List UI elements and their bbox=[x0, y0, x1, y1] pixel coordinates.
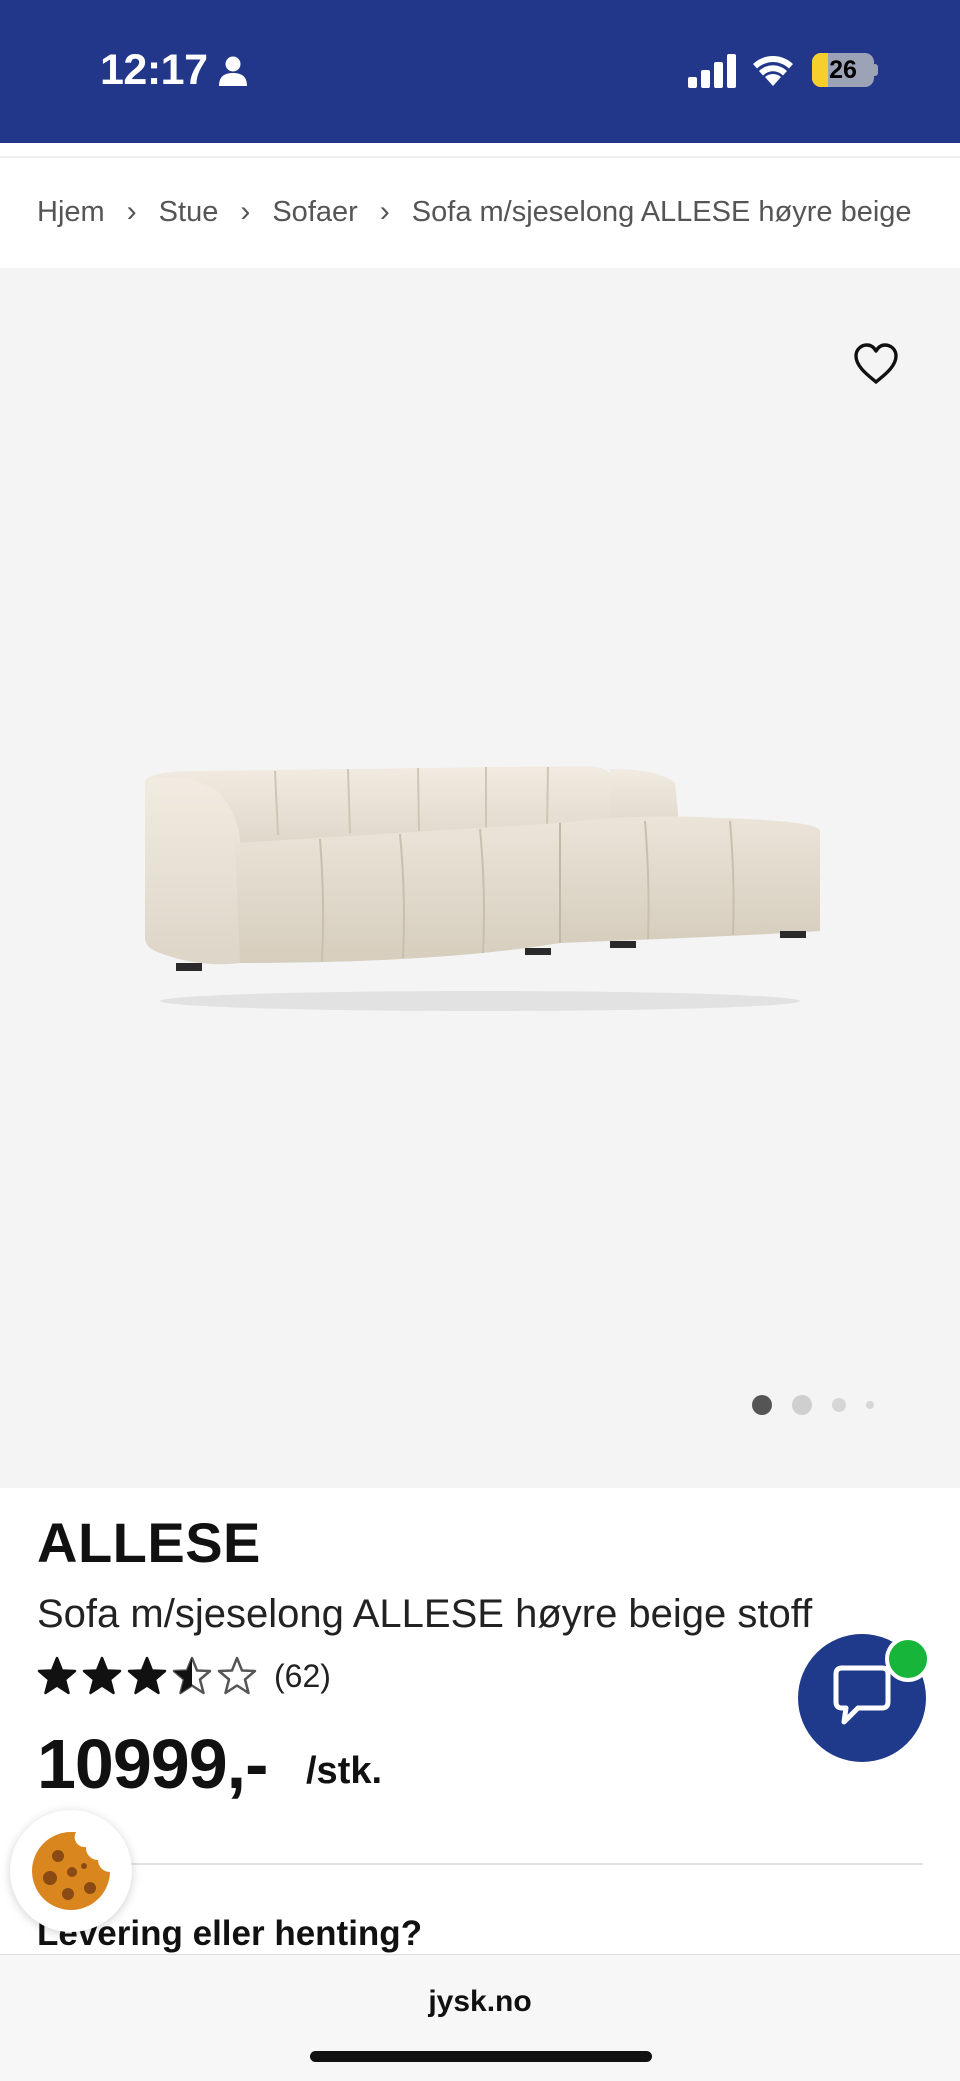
breadcrumb-separator: › bbox=[126, 195, 137, 228]
pagination-dot[interactable] bbox=[866, 1401, 874, 1409]
cookie-settings-button[interactable] bbox=[10, 1810, 132, 1932]
rating[interactable]: (62) bbox=[37, 1652, 331, 1700]
pagination-dot[interactable] bbox=[832, 1398, 846, 1412]
status-bar: 12:17 26 bbox=[0, 0, 960, 143]
chat-notification-badge bbox=[885, 1636, 931, 1682]
signal-icon bbox=[688, 54, 736, 88]
breadcrumb-current: Sofa m/sjeselong ALLESE høyre beige bbox=[411, 195, 912, 228]
product-image bbox=[145, 765, 820, 1011]
product-name: Sofa m/sjeselong ALLESE høyre beige stof… bbox=[37, 1592, 813, 1636]
image-pagination[interactable] bbox=[752, 1394, 894, 1416]
breadcrumb-separator: › bbox=[240, 195, 251, 228]
price-unit: /stk. bbox=[306, 1750, 383, 1792]
star-filled-icon bbox=[82, 1656, 122, 1695]
person-icon bbox=[219, 56, 247, 86]
browser-address-bar[interactable]: jysk.no bbox=[0, 1954, 960, 2081]
wifi-icon bbox=[753, 56, 793, 86]
pagination-dot[interactable] bbox=[792, 1395, 812, 1415]
product-brand: ALLESE bbox=[37, 1511, 261, 1574]
section-divider bbox=[37, 1863, 923, 1865]
breadcrumb-separator: › bbox=[379, 195, 390, 228]
battery-level: 26 bbox=[829, 56, 857, 84]
url-text[interactable]: jysk.no bbox=[0, 1985, 960, 2019]
status-time: 12:17 bbox=[100, 46, 208, 94]
home-indicator[interactable] bbox=[310, 2051, 652, 2062]
star-half-icon bbox=[172, 1656, 212, 1695]
header-divider bbox=[0, 156, 960, 158]
pagination-dot[interactable] bbox=[752, 1395, 772, 1415]
product-image-gallery[interactable] bbox=[0, 268, 960, 1488]
product-price: 10999,- bbox=[37, 1725, 268, 1803]
breadcrumb-home[interactable]: Hjem bbox=[37, 196, 105, 229]
breadcrumb: Hjem › Stue › Sofaer › Sofa m/sjeselong … bbox=[37, 190, 912, 234]
heart-icon[interactable] bbox=[852, 342, 900, 386]
breadcrumb-stue[interactable]: Stue bbox=[159, 196, 219, 229]
star-empty-icon bbox=[217, 1656, 257, 1695]
breadcrumb-sofaer[interactable]: Sofaer bbox=[272, 196, 357, 229]
star-filled-icon bbox=[127, 1656, 167, 1695]
star-filled-icon bbox=[37, 1656, 77, 1695]
cookie-icon bbox=[32, 1832, 110, 1910]
battery-icon: 26 bbox=[812, 53, 878, 87]
review-count[interactable]: (62) bbox=[274, 1658, 331, 1695]
